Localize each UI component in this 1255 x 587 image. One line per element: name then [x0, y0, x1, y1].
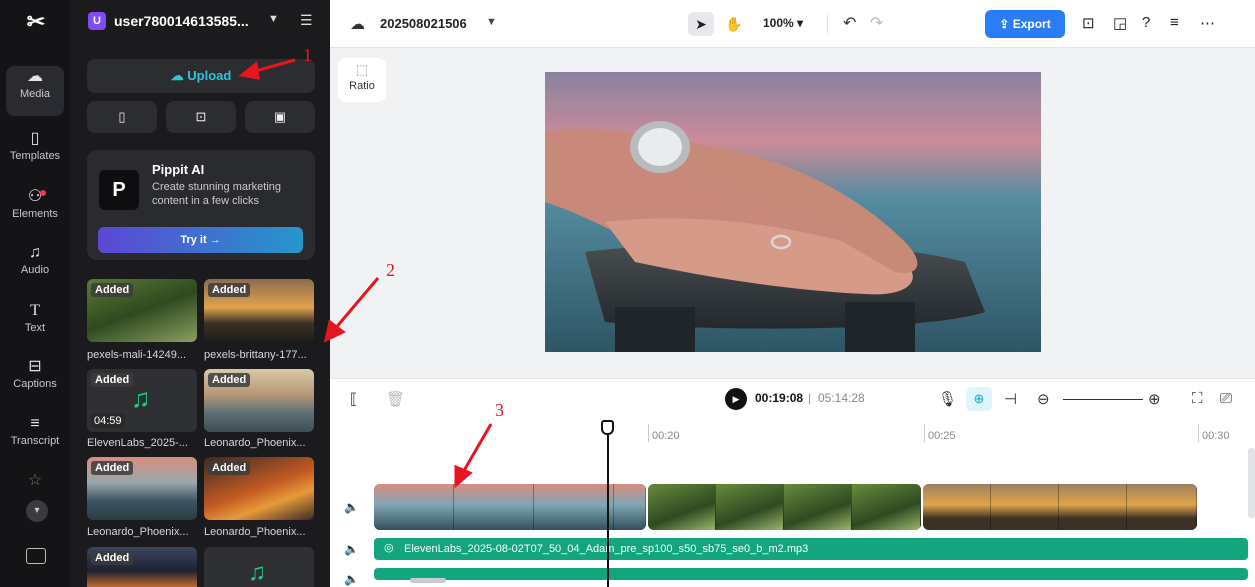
annotation-arrowhead-1 — [238, 61, 260, 80]
annotation-label-1: 1 — [303, 45, 312, 65]
annotation-arrowhead-3 — [454, 464, 473, 489]
annotation-arrow-3 — [460, 423, 493, 475]
annotation-arrows — [238, 58, 493, 489]
annotation-arrow-1 — [251, 58, 296, 74]
annotation-overlay — [238, 58, 493, 489]
annotation-label-3: 3 — [495, 400, 504, 420]
annotation-arrowhead-2 — [323, 319, 346, 343]
annotation-label-2: 2 — [386, 260, 395, 280]
annotation-arrow-2 — [332, 277, 380, 331]
